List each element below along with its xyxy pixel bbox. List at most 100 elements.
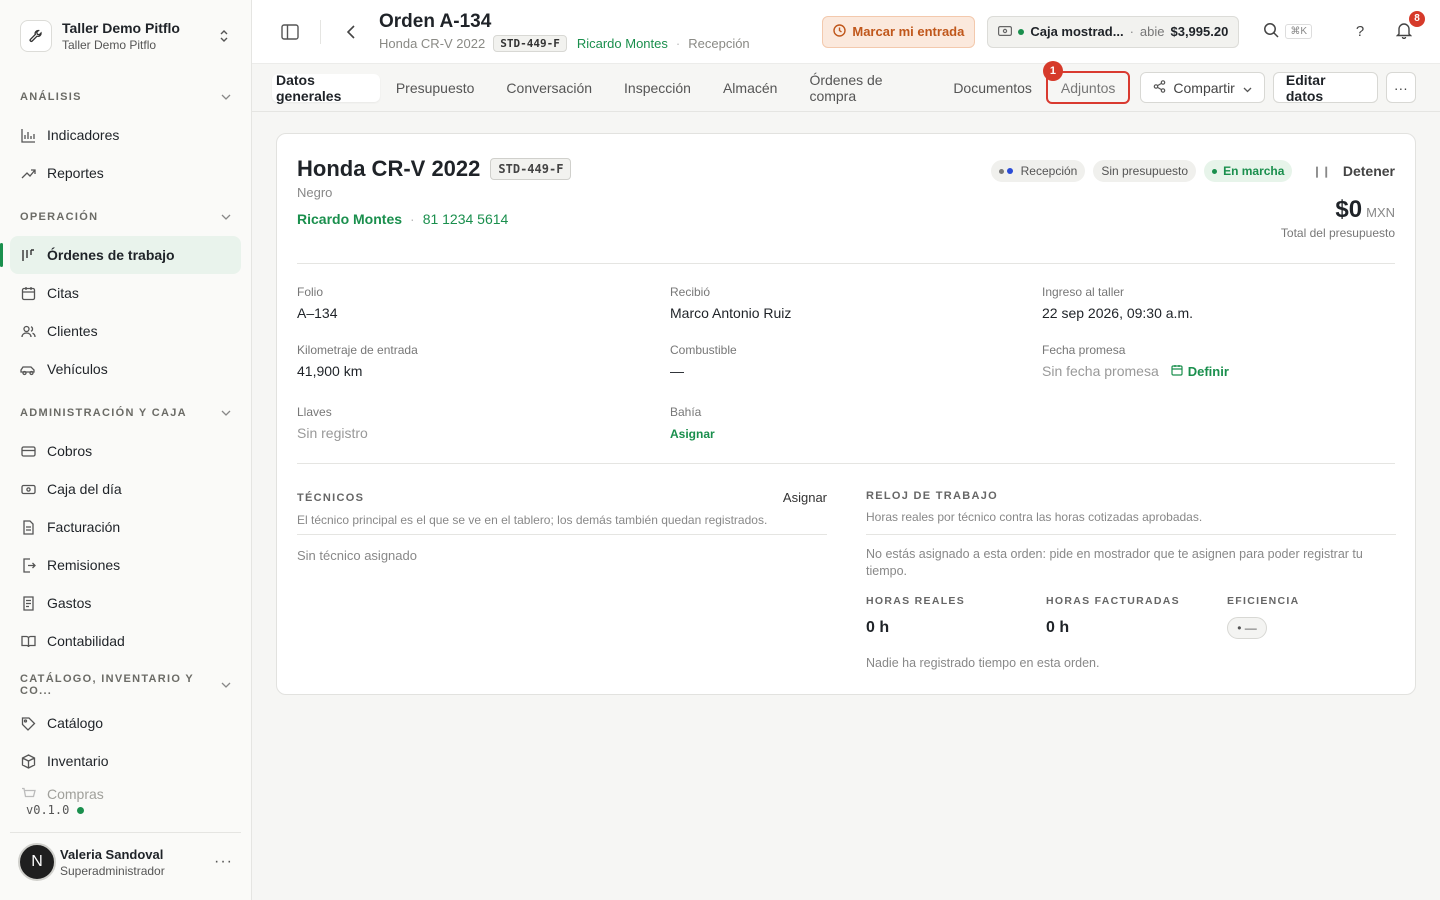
more-horizontal-icon[interactable]: ···: [214, 853, 233, 871]
tab-conversacion[interactable]: Conversación: [502, 74, 596, 102]
stop-label: Detener: [1342, 163, 1395, 179]
tab-almacen[interactable]: Almacén: [719, 74, 781, 102]
tab-documentos[interactable]: Documentos: [949, 74, 1036, 102]
sidebar-item-catalogo[interactable]: Catálogo: [10, 704, 241, 742]
sidebar-item-ordenes[interactable]: Órdenes de trabajo: [0, 236, 241, 274]
tab-adjuntos[interactable]: 1 Adjuntos: [1042, 61, 1131, 104]
org-switcher[interactable]: Taller Demo Pitflo Taller Demo Pitflo: [0, 0, 251, 72]
sidebar-item-cobros[interactable]: Cobros: [10, 432, 241, 470]
clock-footer: Nadie ha registrado tiempo en esta orden…: [866, 656, 1100, 670]
sidebar-item-remisiones[interactable]: Remisiones: [10, 546, 241, 584]
customer-contact: Ricardo Montes · 81 1234 5614: [297, 211, 508, 227]
page-title: Orden A-134: [379, 11, 492, 32]
billed-hours-label: HORAS FACTURADAS: [1046, 595, 1180, 607]
field-label: Bahía: [670, 405, 702, 419]
user-menu[interactable]: N Valeria Sandoval Superadministrador ··…: [10, 832, 241, 881]
work-clock-section: RELOJ DE TRABAJO Horas reales por técnic…: [866, 490, 1396, 524]
empty-technicians: Sin técnico asignado: [297, 548, 417, 563]
sidebar-item-indicadores[interactable]: Indicadores: [10, 116, 241, 154]
field-value: —: [670, 363, 684, 379]
sidebar-item-reportes[interactable]: Reportes: [10, 154, 241, 192]
section-operacion[interactable]: OPERACIÓN: [0, 198, 251, 236]
define-date-button[interactable]: Definir: [1171, 364, 1229, 379]
field-label: Combustible: [670, 343, 737, 357]
sidebar-item-citas[interactable]: Citas: [10, 274, 241, 312]
box-icon: [20, 753, 36, 769]
sidebar-item-vehiculos[interactable]: Vehículos: [10, 350, 241, 388]
receipt-icon: [20, 595, 36, 611]
sidebar-item-clientes[interactable]: Clientes: [10, 312, 241, 350]
sidebar-item-label: Inventario: [47, 753, 109, 769]
field-recibio: Recibió Marco Antonio Ruiz: [670, 285, 791, 321]
divider: [866, 534, 1396, 535]
field-label: Kilometraje de entrada: [297, 343, 418, 357]
share-button[interactable]: Compartir: [1140, 72, 1265, 103]
sidebar-item-label: Compras: [47, 786, 104, 802]
customer-link[interactable]: Ricardo Montes: [297, 211, 402, 227]
mark-entry-button[interactable]: Marcar mi entrada: [822, 15, 976, 48]
status-pill: En marcha: [1204, 160, 1293, 182]
sidebar-item-label: Caja del día: [47, 481, 122, 497]
search-button[interactable]: ⌘K: [1263, 20, 1312, 44]
chevron-down-icon: [221, 679, 231, 691]
tabs-bar: Datos generales Presupuesto Conversación…: [252, 61, 1440, 112]
efficiency-badge: • —: [1227, 617, 1267, 639]
sidebar-item-facturacion[interactable]: Facturación: [10, 508, 241, 546]
field-kilometraje: Kilometraje de entrada 41,900 km: [297, 343, 418, 379]
assign-tech-button[interactable]: Asignar: [783, 490, 827, 505]
more-actions-button[interactable]: ···: [1385, 72, 1416, 103]
section-title: ANÁLISIS: [20, 91, 82, 103]
sidebar-item-inventario[interactable]: Inventario: [10, 742, 241, 780]
field-value: A–134: [297, 305, 338, 321]
version-label: v0.1.0: [26, 803, 70, 817]
divider: [297, 463, 1395, 464]
tab-datos-generales[interactable]: Datos generales: [272, 72, 380, 104]
assign-bay-button[interactable]: Asignar: [670, 427, 715, 441]
notifications-button[interactable]: 8: [1392, 10, 1425, 44]
chevron-down-icon: [221, 211, 231, 223]
sidebar-item-gastos[interactable]: Gastos: [10, 584, 241, 622]
chevron-down-icon: [221, 407, 231, 419]
cash-icon: [20, 481, 36, 497]
chevron-down-icon: [1243, 80, 1252, 96]
back-chevron-icon[interactable]: [339, 20, 363, 44]
tab-inspeccion[interactable]: Inspección: [620, 74, 695, 102]
tab-ordenes-compra[interactable]: Órdenes de compra: [805, 72, 925, 104]
stop-button[interactable]: ❙❙ Detener: [1312, 163, 1395, 179]
sidebar-item-caja[interactable]: Caja del día: [10, 470, 241, 508]
section-catalogo[interactable]: CATÁLOGO, INVENTARIO Y CO...: [0, 666, 251, 704]
field-value: 41,900 km: [297, 363, 363, 379]
topbar: Orden A-134 Honda CR-V 2022 STD-449-F Ri…: [252, 0, 1440, 64]
separator-dot: ·: [410, 211, 415, 227]
search-icon: [1263, 22, 1279, 41]
share-icon: [1153, 79, 1166, 96]
highlight-marker: 1: [1042, 61, 1063, 81]
technicians-section: TÉCNICOS Asignar El técnico principal es…: [297, 490, 827, 527]
customer-phone[interactable]: 81 1234 5614: [423, 211, 509, 227]
separator-dot: ·: [675, 36, 681, 51]
share-label: Compartir: [1173, 79, 1235, 96]
sidebar-toggle-icon[interactable]: [278, 20, 302, 44]
cash-register-selector[interactable]: Caja mostrad... · abie $3,995.20: [987, 15, 1240, 48]
section-analisis[interactable]: ANÁLISIS: [0, 78, 251, 116]
wrench-icon: [20, 20, 52, 52]
trend-up-icon: [20, 165, 36, 181]
sidebar-item-label: Indicadores: [47, 127, 120, 143]
sidebar-item-contabilidad[interactable]: Contabilidad: [10, 622, 241, 660]
vehicle-title: Honda CR-V 2022: [297, 156, 481, 181]
help-button[interactable]: ?: [1348, 20, 1372, 44]
total-label: Total del presupuesto: [1280, 226, 1395, 240]
section-administracion[interactable]: ADMINISTRACIÓN Y CAJA: [0, 394, 251, 432]
tab-presupuesto[interactable]: Presupuesto: [392, 74, 479, 102]
org-subtitle: Taller Demo Pitflo: [62, 38, 157, 52]
field-label: Recibió: [670, 285, 711, 299]
breadcrumb-customer[interactable]: Ricardo Montes: [577, 36, 668, 51]
clock-icon: [833, 23, 847, 40]
org-name: Taller Demo Pitflo: [62, 20, 180, 36]
budget-total: $0 MXN Total del presupuesto: [1281, 196, 1395, 240]
tag-icon: [20, 715, 36, 731]
status-dot: [77, 806, 85, 814]
dot-icon: [1006, 168, 1013, 174]
edit-data-button[interactable]: Editar datos: [1272, 72, 1378, 104]
real-hours: HORAS REALES 0 h: [866, 595, 965, 637]
